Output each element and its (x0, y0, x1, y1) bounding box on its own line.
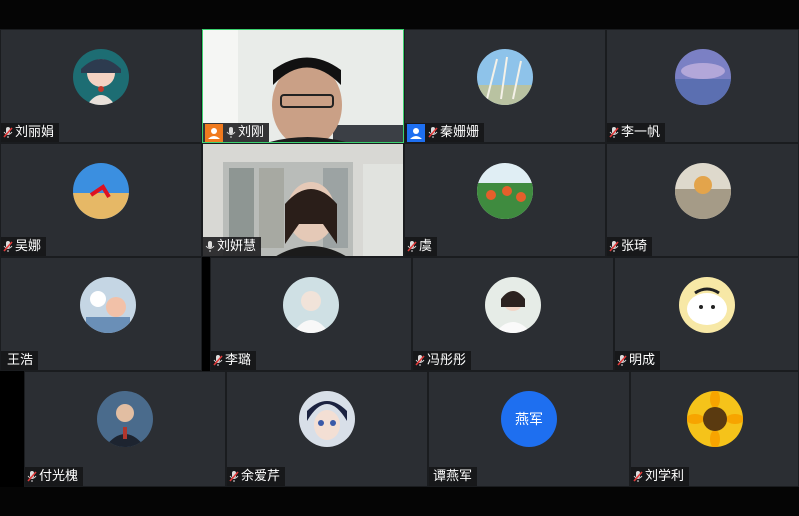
participant-tile[interactable]: 李一帆 (606, 29, 799, 143)
participant-tile[interactable]: 刘丽娟 (0, 29, 202, 143)
man-suit-icon (97, 391, 153, 447)
mic-muted-icon (3, 126, 13, 139)
desert-icon (73, 163, 129, 219)
participant-name-label: 张琦 (607, 237, 653, 256)
participant-tile[interactable]: 刘妍慧 (202, 143, 404, 257)
participant-tile[interactable]: 王浩 (0, 257, 202, 371)
mic-muted-icon (609, 126, 619, 139)
mic-muted-icon (415, 354, 425, 367)
participant-name-label: 刘刚 (203, 123, 270, 142)
mic-muted-icon (213, 354, 223, 367)
cartoon-group-icon (80, 277, 136, 333)
participant-tile-active-speaker[interactable]: 刘刚 (202, 29, 404, 143)
participant-name-label: 吴娜 (1, 237, 47, 256)
mic-icon (205, 240, 215, 253)
flowers-icon (477, 163, 533, 219)
mic-muted-icon (617, 354, 627, 367)
participant-name-label: 余爱芹 (227, 467, 286, 486)
participant-name-label: 明成 (615, 351, 661, 370)
participant-name-label: 李璐 (211, 351, 257, 370)
mic-icon (226, 126, 236, 139)
participant-tile[interactable]: 吴娜 (0, 143, 202, 257)
grass-sky-icon (477, 49, 533, 105)
mic-muted-icon (229, 470, 239, 483)
participant-tile[interactable]: 冯彤彤 (412, 257, 614, 371)
participant-tile[interactable]: 燕军 谭燕军 (428, 371, 630, 487)
participant-tile[interactable]: 秦姗姗 (404, 29, 606, 143)
participant-tile[interactable]: 付光槐 (24, 371, 226, 487)
participant-tile[interactable]: 明成 (614, 257, 799, 371)
participant-name-label: 虞 (405, 237, 438, 256)
top-bar (0, 0, 799, 29)
participant-tile[interactable]: 李璐 (210, 257, 412, 371)
mic-muted-icon (428, 126, 438, 139)
participant-name-label: 刘丽娟 (1, 123, 60, 142)
cartoon-cat-icon (678, 277, 735, 333)
mic-muted-icon (407, 240, 417, 253)
participant-name-label: 刘妍慧 (203, 237, 262, 256)
woman-hat-icon (73, 49, 129, 105)
initials-avatar: 燕军 (501, 391, 557, 447)
participant-name-label: 秦姗姗 (405, 123, 485, 142)
bottom-bar (0, 487, 799, 516)
sunflower-icon (686, 391, 743, 447)
participant-name-label: 冯彤彤 (413, 351, 472, 370)
participant-name-label: 谭燕军 (429, 467, 478, 486)
participant-name-label: 刘学利 (631, 467, 690, 486)
mic-muted-icon (633, 470, 643, 483)
participant-tile[interactable]: 刘学利 (630, 371, 799, 487)
girl-white-icon (283, 277, 339, 333)
participant-tile[interactable]: 张琦 (606, 143, 799, 257)
participant-tile[interactable]: 余爱芹 (226, 371, 428, 487)
purple-sky-icon (674, 49, 731, 105)
cohost-icon (407, 123, 425, 142)
mic-muted-icon (3, 240, 13, 253)
anime-boy-icon (299, 391, 355, 447)
participant-tile[interactable]: 虞 (404, 143, 606, 257)
mic-muted-icon (27, 470, 37, 483)
host-icon (205, 123, 223, 142)
mic-muted-icon (609, 240, 619, 253)
cat-icon (674, 163, 731, 219)
participant-name-label: 王浩 (1, 351, 39, 370)
girl-portrait-icon (485, 277, 541, 333)
participant-name-label: 付光槐 (25, 467, 84, 486)
participant-name-label: 李一帆 (607, 123, 666, 142)
